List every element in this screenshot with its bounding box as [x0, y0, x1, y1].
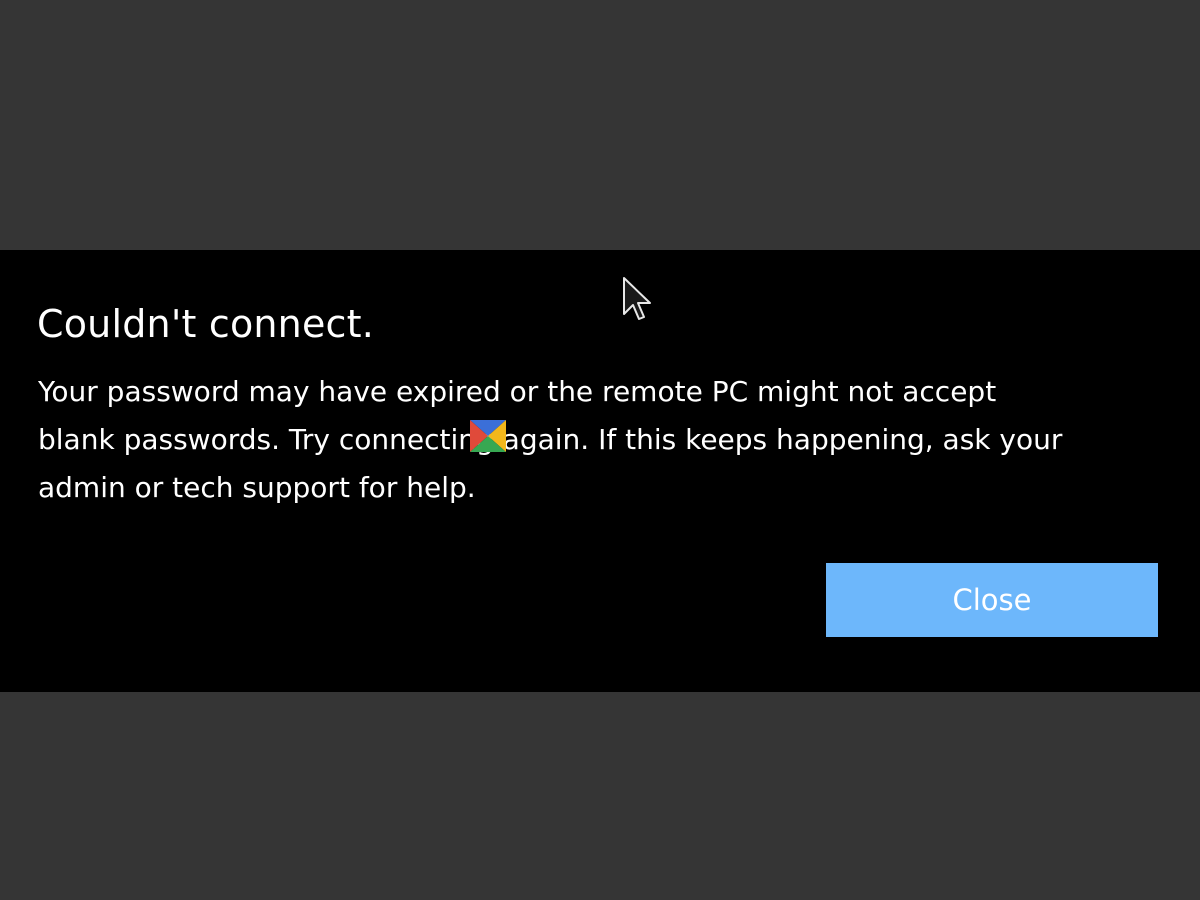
dialog-title: Couldn't connect. — [37, 302, 375, 346]
dialog-message: Your password may have expired or the re… — [38, 368, 1168, 512]
error-dialog: Couldn't connect. Your password may have… — [0, 250, 1200, 692]
message-line: blank passwords. Try connecting again. I… — [38, 423, 1063, 456]
watermark-logo-icon — [470, 420, 506, 452]
message-line: Your password may have expired or the re… — [38, 375, 997, 408]
mouse-pointer-icon — [623, 277, 651, 320]
close-button[interactable]: Close — [826, 563, 1158, 637]
message-line: admin or tech support for help. — [38, 471, 476, 504]
